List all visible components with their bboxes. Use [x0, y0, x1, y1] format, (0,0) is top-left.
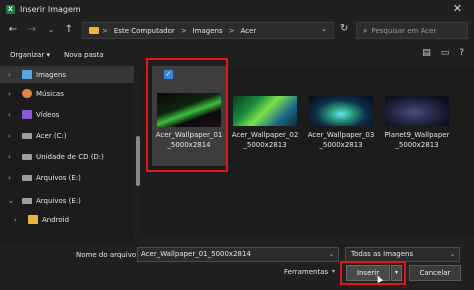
sidebar-item-label: Músicas: [36, 89, 64, 98]
file-tile-acer-wallpaper-02[interactable]: Acer_Wallpaper_02_5000x2813: [228, 66, 302, 166]
expand-chevron-icon[interactable]: ›: [8, 174, 18, 182]
breadcrumb-separator-icon: >: [228, 26, 235, 35]
forward-arrow-icon[interactable]: →: [25, 23, 39, 37]
folder-icon: [28, 215, 38, 224]
navigation-pane: › Imagens › Músicas › Vídeos › Acer (C:)…: [0, 66, 134, 234]
breadcrumb-separator-icon: >: [102, 26, 108, 35]
drive-icon: [22, 197, 32, 204]
sidebar-item-imagens[interactable]: › Imagens: [0, 66, 134, 83]
wallpaper-thumbnail: [233, 96, 297, 126]
file-tile-acer-wallpaper-03[interactable]: Acer_Wallpaper_03_5000x2813: [304, 66, 378, 166]
file-name-label: Acer_Wallpaper_03_5000x2813: [307, 131, 375, 149]
expand-chevron-icon[interactable]: ›: [8, 132, 18, 140]
sidebar-item-musicas[interactable]: › Músicas: [0, 85, 134, 102]
file-type-select[interactable]: Todas as Imagens ⌄: [345, 247, 460, 262]
refresh-icon[interactable]: ↻: [340, 23, 348, 34]
sidebar-item-cd-drive[interactable]: › Unidade de CD (D:): [0, 148, 134, 165]
sidebar-scrollbar[interactable]: [134, 66, 142, 234]
toolbar-right-icons: ▤ ▭ ?: [422, 48, 464, 58]
scrollbar-thumb[interactable]: [136, 136, 140, 186]
dialog-footer: Nome do arquivo: Acer_Wallpaper_01_5000x…: [0, 234, 474, 290]
expand-chevron-icon[interactable]: ›: [8, 111, 18, 119]
sidebar-item-arquivos-e-expanded[interactable]: ⌄ Arquivos (E:): [0, 192, 134, 209]
sidebar-item-label: Arquivos (E:): [36, 196, 81, 205]
address-bar[interactable]: > Este Computador > Imagens > Acer ⌄: [82, 22, 334, 39]
expand-chevron-icon[interactable]: ›: [14, 216, 24, 224]
wallpaper-thumbnail: [309, 96, 373, 126]
chevron-down-icon[interactable]: ⌄: [329, 248, 334, 261]
sidebar-item-label: Arquivos (E:): [36, 173, 81, 182]
breadcrumb-imagens[interactable]: Imagens: [193, 27, 223, 35]
address-dropdown-icon[interactable]: ⌄: [321, 25, 327, 33]
chevron-down-icon[interactable]: ⌄: [450, 248, 455, 261]
sidebar-overflow-strip: [0, 234, 134, 242]
breadcrumb-este-computador[interactable]: Este Computador: [114, 27, 175, 35]
back-arrow-icon[interactable]: ←: [6, 23, 20, 37]
file-name-label: Acer_Wallpaper_02_5000x2813: [231, 131, 299, 149]
new-folder-button[interactable]: Nova pasta: [64, 51, 104, 59]
cancel-button[interactable]: Cancelar: [409, 265, 461, 281]
sidebar-item-label: Imagens: [36, 70, 67, 79]
recent-locations-chevron-icon[interactable]: ⌄: [44, 23, 58, 37]
sidebar-item-android[interactable]: › Android: [0, 211, 134, 228]
breadcrumb-separator-icon: >: [180, 26, 187, 35]
collapse-chevron-icon[interactable]: ⌄: [8, 197, 18, 205]
filename-value: Acer_Wallpaper_01_5000x2814: [141, 250, 251, 258]
breadcrumb-acer[interactable]: Acer: [241, 27, 257, 35]
sidebar-item-arquivos-e[interactable]: › Arquivos (E:): [0, 169, 134, 186]
expand-chevron-icon[interactable]: ›: [8, 71, 18, 79]
search-icon: ⌕: [363, 25, 368, 35]
navigation-bar: ← → ⌄ ↑ > Este Computador > Imagens > Ac…: [0, 18, 474, 44]
excel-app-icon: X: [6, 4, 15, 14]
filename-label: Nome do arquivo:: [76, 251, 139, 259]
filename-input[interactable]: Acer_Wallpaper_01_5000x2814 ⌄: [137, 247, 339, 262]
sidebar-item-label: Vídeos: [36, 110, 60, 119]
file-tile-planet9-wallpaper[interactable]: Planet9_Wallpaper_5000x2813: [380, 66, 454, 166]
file-name-label: Planet9_Wallpaper_5000x2813: [384, 131, 450, 149]
help-icon[interactable]: ?: [459, 48, 464, 58]
images-icon: [22, 70, 32, 79]
sidebar-item-acer-c[interactable]: › Acer (C:): [0, 127, 134, 144]
wallpaper-thumbnail: [385, 96, 449, 126]
expand-chevron-icon[interactable]: ›: [8, 153, 18, 161]
tools-chevron-icon[interactable]: ▾: [332, 268, 335, 275]
view-options-icon[interactable]: ▤: [422, 48, 431, 58]
title-bar: X Inserir Imagem ✕: [0, 0, 474, 18]
selection-highlight-box: [146, 58, 228, 172]
videos-icon: [22, 110, 32, 119]
expand-chevron-icon[interactable]: ›: [8, 90, 18, 98]
search-placeholder: Pesquisar em Acer: [371, 26, 437, 35]
sidebar-item-label: Unidade de CD (D:): [36, 152, 104, 161]
organize-button[interactable]: Organizar ▾: [10, 51, 50, 59]
drive-icon: [22, 132, 32, 139]
sidebar-item-label: Acer (C:): [36, 131, 67, 140]
cd-drive-icon: [22, 153, 32, 160]
up-arrow-icon[interactable]: ↑: [62, 23, 76, 37]
close-icon[interactable]: ✕: [453, 2, 462, 15]
folder-icon: [89, 27, 99, 34]
sidebar-item-videos[interactable]: › Vídeos: [0, 106, 134, 123]
pane-toggle-icon[interactable]: ▭: [441, 48, 450, 58]
sidebar-item-label: Android: [42, 215, 70, 224]
tools-button[interactable]: Ferramentas: [284, 268, 328, 276]
drive-icon: [22, 174, 32, 181]
music-icon: [22, 89, 32, 98]
file-type-value: Todas as Imagens: [351, 250, 414, 258]
insert-highlight-box: [340, 261, 406, 285]
search-box[interactable]: ⌕ Pesquisar em Acer: [356, 22, 468, 39]
command-toolbar: Organizar ▾ Nova pasta ▤ ▭ ?: [0, 44, 474, 66]
window-title: Inserir Imagem: [20, 4, 81, 14]
